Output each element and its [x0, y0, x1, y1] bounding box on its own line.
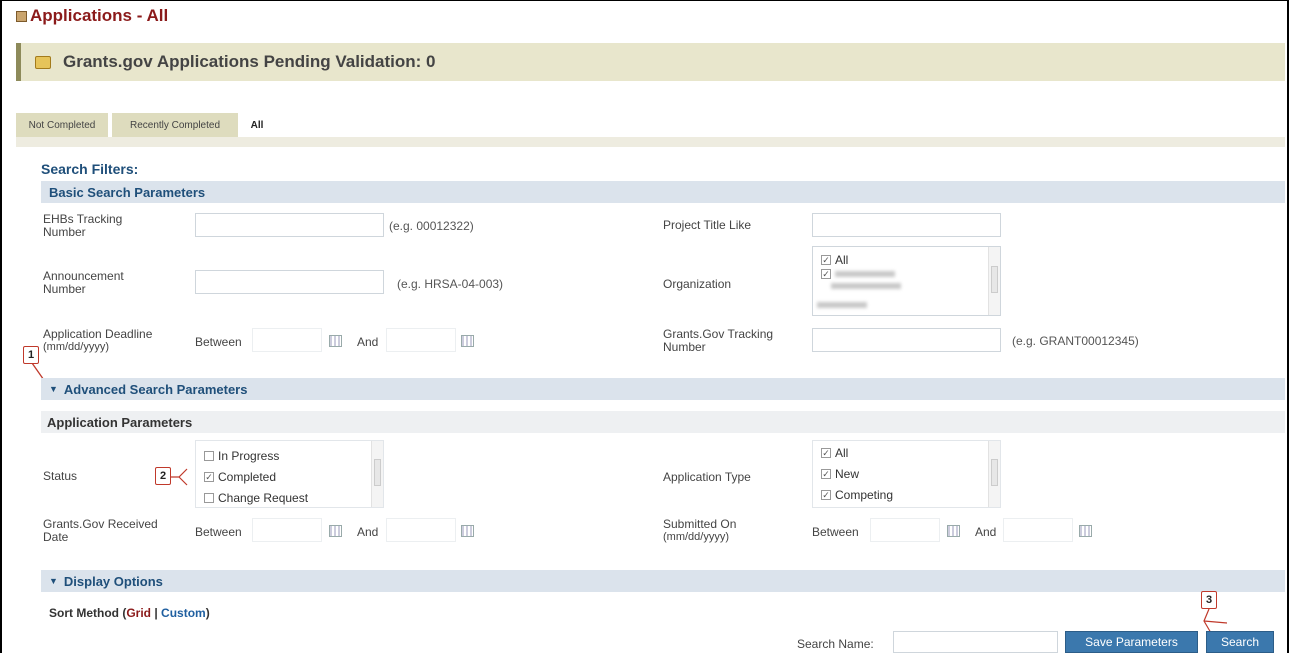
checkbox-icon	[204, 493, 214, 503]
calendar-icon[interactable]	[1079, 525, 1092, 537]
deadline-between-label: Between	[195, 335, 242, 349]
type-option-new[interactable]: ✓ New	[821, 467, 859, 481]
received-from-input[interactable]	[252, 518, 322, 542]
application-params-header: Application Parameters	[41, 411, 1285, 433]
deadline-label: Application Deadline (mm/dd/yyyy)	[43, 327, 153, 354]
application-type-scrollbar[interactable]	[988, 441, 1000, 507]
callout-line-2	[171, 468, 188, 486]
checkbox-icon: ✓	[821, 255, 831, 265]
calendar-icon[interactable]	[329, 525, 342, 537]
status-option-completed[interactable]: ✓ Completed	[204, 470, 276, 484]
calendar-icon[interactable]	[947, 525, 960, 537]
type-option-all[interactable]: ✓ All	[821, 446, 848, 460]
save-parameters-button[interactable]: Save Parameters	[1065, 631, 1198, 653]
announcement-number-hint: (e.g. HRSA-04-003)	[397, 277, 504, 291]
tracking-number-hint: (e.g. 00012322)	[389, 219, 474, 233]
display-options-header[interactable]: ▼ Display Options	[41, 570, 1285, 592]
received-date-label: Grants.Gov Received Date	[43, 517, 158, 544]
chevron-down-icon: ▼	[49, 576, 58, 586]
applications-icon	[16, 10, 27, 22]
submitted-from-input[interactable]	[870, 518, 940, 542]
application-type-listbox[interactable]: ✓ All ✓ New ✓ Competing	[812, 440, 1001, 508]
submitted-between-label: Between	[812, 525, 859, 539]
tracking-number-label: EHBs Tracking Number	[43, 212, 123, 239]
calendar-icon[interactable]	[329, 335, 342, 347]
callout-marker-2: 2	[155, 467, 171, 485]
sort-method-label: Sort Method (Grid | Custom)	[49, 606, 210, 620]
search-button[interactable]: Search	[1206, 631, 1274, 653]
project-title-label: Project Title Like	[663, 218, 752, 232]
deadline-to-input[interactable]	[386, 328, 456, 352]
received-between-label: Between	[195, 525, 242, 539]
callout-marker-1: 1	[23, 346, 39, 364]
advanced-search-header[interactable]: ▼ Advanced Search Parameters	[41, 378, 1285, 400]
org-option-redacted-line3	[817, 302, 867, 308]
grants-tracking-label: Grants.Gov Tracking Number	[663, 327, 774, 354]
page-title: Applications - All	[16, 6, 168, 26]
checkbox-icon: ✓	[821, 269, 831, 279]
organization-scrollbar[interactable]	[988, 247, 1000, 315]
status-option-in-progress[interactable]: In Progress	[204, 449, 279, 463]
tab-all[interactable]: All	[240, 113, 274, 137]
received-and-label: And	[357, 525, 379, 539]
org-option-all[interactable]: ✓ All	[821, 253, 848, 267]
checkbox-icon: ✓	[821, 469, 831, 479]
page-frame	[0, 0, 1289, 653]
tab-underline	[16, 137, 1285, 147]
tab-not-completed[interactable]: Not Completed	[16, 113, 108, 137]
search-name-label: Search Name:	[797, 637, 874, 651]
pending-validation-text: Grants.gov Applications Pending Validati…	[63, 52, 436, 71]
org-option-redacted[interactable]: ✓	[821, 269, 895, 279]
callout-marker-3: 3	[1201, 591, 1217, 609]
status-listbox[interactable]: In Progress ✓ Completed Change Request	[195, 440, 384, 508]
application-type-label: Application Type	[663, 470, 751, 484]
sort-custom-link[interactable]: Custom	[161, 606, 206, 620]
checkbox-icon	[204, 451, 214, 461]
org-option-redacted-line2	[831, 283, 901, 289]
deadline-from-input[interactable]	[252, 328, 322, 352]
submitted-and-label: And	[975, 525, 997, 539]
status-label: Status	[43, 469, 78, 483]
checkbox-icon: ✓	[821, 448, 831, 458]
advanced-search-heading: Advanced Search Parameters	[63, 381, 248, 397]
sort-grid-option[interactable]: Grid	[126, 606, 151, 620]
search-filters-heading: Search Filters:	[41, 161, 139, 177]
basic-search-heading: Basic Search Parameters	[49, 184, 206, 200]
display-options-heading: Display Options	[63, 573, 163, 589]
submitted-on-label: Submitted On (mm/dd/yyyy)	[663, 517, 737, 544]
status-scrollbar[interactable]	[371, 441, 383, 507]
calendar-icon[interactable]	[461, 525, 474, 537]
checkbox-icon: ✓	[204, 472, 214, 482]
calendar-icon[interactable]	[461, 335, 474, 347]
status-option-change-request[interactable]: Change Request	[204, 491, 308, 505]
project-title-input[interactable]	[812, 213, 1001, 237]
grants-tracking-hint: (e.g. GRANT00012345)	[1012, 334, 1139, 348]
folder-icon	[35, 55, 51, 69]
tab-recently-completed[interactable]: Recently Completed	[112, 113, 238, 137]
organization-listbox[interactable]: ✓ All ✓	[812, 246, 1001, 316]
announcement-number-label: Announcement Number	[43, 269, 124, 296]
tracking-number-input[interactable]	[195, 213, 384, 237]
deadline-and-label: And	[357, 335, 379, 349]
type-option-competing[interactable]: ✓ Competing	[821, 488, 893, 502]
pending-validation-bar: Grants.gov Applications Pending Validati…	[16, 43, 1285, 81]
grants-tracking-input[interactable]	[812, 328, 1001, 352]
chevron-down-icon: ▼	[49, 384, 58, 394]
announcement-number-input[interactable]	[195, 270, 384, 294]
submitted-to-input[interactable]	[1003, 518, 1073, 542]
checkbox-icon: ✓	[821, 490, 831, 500]
basic-search-header: Basic Search Parameters	[41, 181, 1285, 203]
search-name-input[interactable]	[893, 631, 1058, 653]
organization-label: Organization	[663, 277, 732, 291]
redacted-organization	[835, 271, 895, 277]
received-to-input[interactable]	[386, 518, 456, 542]
page-title-text: Applications - All	[30, 6, 169, 25]
application-params-heading: Application Parameters	[47, 414, 193, 430]
